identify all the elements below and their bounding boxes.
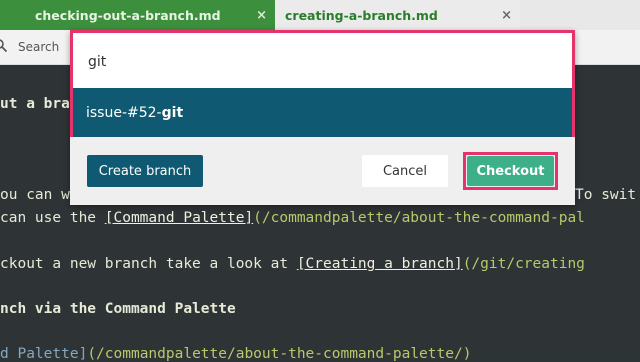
markdown-url: (/commandpalette/about-the-command-pal bbox=[253, 210, 585, 226]
search-icon bbox=[0, 39, 8, 57]
editor-line: ou can w bbox=[0, 187, 70, 203]
markdown-link[interactable]: [Creating a branch] bbox=[297, 256, 463, 272]
editor-line: To swit bbox=[575, 187, 636, 203]
close-icon[interactable]: × bbox=[256, 8, 267, 23]
cancel-button[interactable]: Cancel bbox=[362, 155, 448, 187]
tab-checking-out-a-branch[interactable]: checking-out-a-branch.md × bbox=[0, 0, 275, 30]
checkout-button[interactable]: Checkout bbox=[467, 156, 554, 186]
branch-result-match: git bbox=[161, 104, 184, 121]
branch-picker-dialog: git issue-#52- git Create branch Cancel C… bbox=[70, 30, 575, 205]
branch-picker-highlight: git issue-#52- git bbox=[70, 30, 575, 137]
search-label: Search bbox=[18, 40, 60, 54]
editor-text: ckout a new branch take a look at bbox=[0, 256, 297, 272]
branch-query-input[interactable]: git bbox=[88, 54, 106, 70]
tab-bar-empty-area bbox=[520, 0, 640, 30]
markdown-url: (/git/creating bbox=[462, 256, 585, 272]
editor-heading: nch via the Command Palette bbox=[0, 301, 236, 317]
editor-text: To swit bbox=[575, 187, 637, 203]
editor-text: ou can w bbox=[0, 187, 70, 203]
tab-creating-a-branch[interactable]: creating-a-branch.md × bbox=[275, 0, 520, 30]
branch-result-prefix: issue-#52- bbox=[86, 104, 162, 121]
tab-label: creating-a-branch.md bbox=[285, 7, 438, 23]
markdown-link[interactable]: [Command Palette] bbox=[105, 210, 253, 226]
create-branch-button[interactable]: Create branch bbox=[87, 155, 203, 187]
editor-line: ckout a new branch take a look at [Creat… bbox=[0, 256, 585, 272]
tab-label: checking-out-a-branch.md bbox=[35, 7, 221, 23]
tab-bar: checking-out-a-branch.md × creating-a-br… bbox=[0, 0, 640, 30]
close-icon[interactable]: × bbox=[501, 8, 512, 23]
branch-result-item[interactable]: issue-#52- git bbox=[73, 88, 572, 137]
editor-line: can use the [Command Palette](/commandpa… bbox=[0, 210, 585, 226]
editor-line: ut a bra bbox=[0, 96, 70, 112]
editor-text: can use the bbox=[0, 210, 105, 226]
